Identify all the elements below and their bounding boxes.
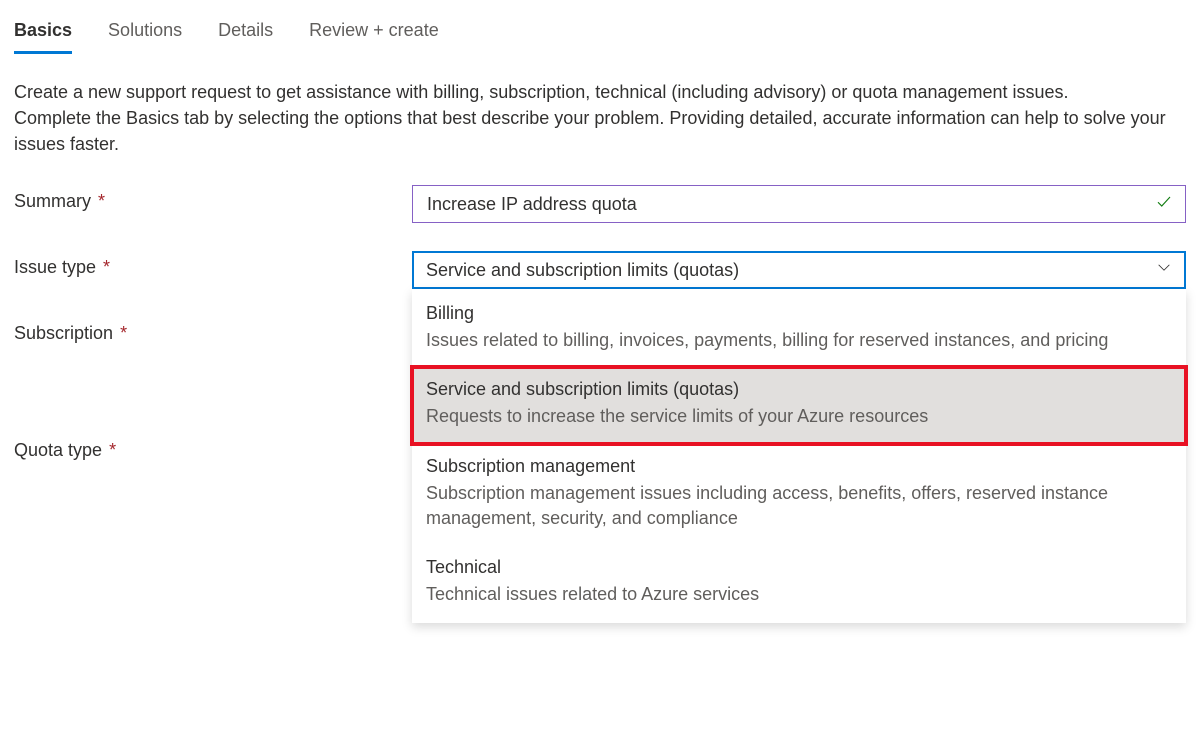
required-asterisk: *	[93, 191, 105, 211]
option-subscription-management[interactable]: Subscription management Subscription man…	[412, 444, 1186, 545]
option-title: Technical	[426, 557, 1172, 578]
label-subscription: Subscription *	[14, 317, 412, 344]
required-asterisk: *	[115, 323, 127, 343]
label-quota-type-text: Quota type	[14, 440, 102, 460]
required-asterisk: *	[104, 440, 116, 460]
label-issue-type: Issue type *	[14, 251, 412, 278]
option-desc: Issues related to billing, invoices, pay…	[426, 328, 1172, 353]
label-summary: Summary *	[14, 185, 412, 212]
option-desc: Technical issues related to Azure servic…	[426, 582, 1172, 607]
option-title: Service and subscription limits (quotas)	[426, 379, 1172, 400]
issue-type-listbox: Billing Issues related to billing, invoi…	[412, 289, 1186, 623]
intro-line1: Create a new support request to get assi…	[14, 82, 1069, 102]
row-issue-type: Issue type * Service and subscription li…	[14, 251, 1186, 289]
option-desc: Subscription management issues including…	[426, 481, 1172, 531]
option-desc: Requests to increase the service limits …	[426, 404, 1172, 429]
issue-type-value: Service and subscription limits (quotas)	[426, 260, 739, 281]
label-quota-type: Quota type *	[14, 434, 412, 461]
option-service-limits[interactable]: Service and subscription limits (quotas)…	[412, 367, 1186, 443]
summary-input[interactable]	[425, 193, 1145, 216]
chevron-down-icon	[1156, 260, 1172, 281]
issue-type-select[interactable]: Service and subscription limits (quotas)	[412, 251, 1186, 289]
label-summary-text: Summary	[14, 191, 91, 211]
tab-basics[interactable]: Basics	[14, 16, 72, 54]
option-technical[interactable]: Technical Technical issues related to Az…	[412, 545, 1186, 621]
intro-text: Create a new support request to get assi…	[14, 79, 1186, 157]
label-subscription-text: Subscription	[14, 323, 113, 343]
summary-input-wrap[interactable]	[412, 185, 1186, 223]
check-icon	[1155, 193, 1173, 216]
option-title: Billing	[426, 303, 1172, 324]
required-asterisk: *	[98, 257, 110, 277]
row-summary: Summary *	[14, 185, 1186, 223]
tab-details[interactable]: Details	[218, 16, 273, 54]
option-title: Subscription management	[426, 456, 1172, 477]
tab-solutions[interactable]: Solutions	[108, 16, 182, 54]
option-billing[interactable]: Billing Issues related to billing, invoi…	[412, 291, 1186, 367]
form: Summary * Issue type * Service and subsc…	[14, 185, 1186, 461]
label-issue-type-text: Issue type	[14, 257, 96, 277]
tab-review-create[interactable]: Review + create	[309, 16, 439, 54]
tab-bar: Basics Solutions Details Review + create	[14, 16, 1186, 55]
intro-line2: Complete the Basics tab by selecting the…	[14, 108, 1166, 154]
